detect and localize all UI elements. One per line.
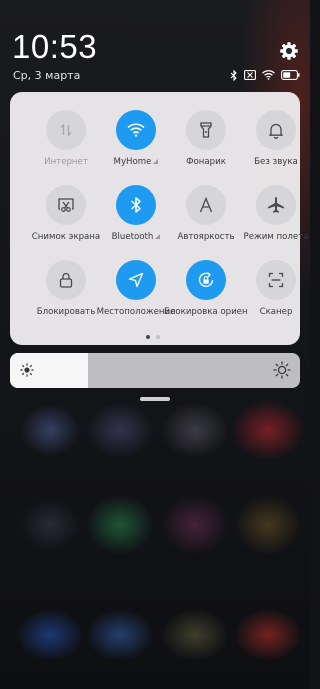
tile-bluetooth[interactable]: Bluetooth — [100, 185, 172, 249]
tile-label: Сканер — [259, 307, 293, 317]
no-sim-icon — [244, 70, 256, 80]
panel-drag-handle[interactable] — [140, 397, 170, 401]
bell-icon — [256, 110, 296, 150]
tile-lock[interactable]: Блокировать — [30, 260, 102, 324]
flashlight-icon — [186, 110, 226, 150]
expand-icon — [153, 159, 159, 164]
screenshot-icon — [46, 185, 86, 225]
tile-screenshot[interactable]: Снимок экрана — [30, 185, 102, 249]
bluetooth-icon — [116, 185, 156, 225]
page-indicator — [146, 335, 160, 339]
system-icons — [230, 68, 300, 82]
tile-airplane[interactable]: Режим полета — [240, 185, 312, 249]
brightness-high-icon — [273, 361, 291, 379]
brightness-slider[interactable] — [10, 353, 300, 388]
tile-mobile-data[interactable]: Интернет — [30, 110, 102, 174]
date: Ср, 3 марта — [13, 69, 81, 82]
auto-brightness-icon — [186, 185, 226, 225]
tile-rotation-lock[interactable]: Блокировка ориентации — [164, 260, 248, 324]
bluetooth-icon — [230, 69, 237, 81]
battery-icon — [281, 70, 300, 80]
status-bar: 10:53 Ср, 3 марта — [0, 0, 310, 90]
page-dot[interactable] — [146, 335, 150, 339]
location-icon — [116, 260, 156, 300]
wifi-icon — [262, 70, 275, 80]
rotation-lock-icon — [186, 260, 226, 300]
wifi-icon — [116, 110, 156, 150]
quick-settings-panel: Интернет MyHome Фонарик Без звука Снимок… — [10, 92, 308, 345]
tile-wifi[interactable]: MyHome — [100, 110, 172, 174]
page-dot[interactable] — [156, 335, 160, 339]
brightness-low-icon — [20, 363, 34, 377]
gear-icon[interactable] — [278, 40, 300, 62]
mobile-data-icon — [46, 110, 86, 150]
clock: 10:53 — [12, 28, 98, 65]
airplane-icon — [256, 185, 296, 225]
tile-auto-brightness[interactable]: Автояркость — [170, 185, 242, 249]
tile-location[interactable]: Местоположение — [97, 260, 175, 324]
expand-icon — [155, 234, 161, 239]
tile-silent[interactable]: Без звука — [240, 110, 312, 174]
lock-icon — [46, 260, 86, 300]
tile-scanner[interactable]: Сканер — [240, 260, 312, 324]
scanner-icon — [256, 260, 296, 300]
tile-flashlight[interactable]: Фонарик — [170, 110, 242, 174]
tile-label: Режим полета — [243, 232, 309, 242]
tile-label: Без звука — [254, 157, 298, 167]
